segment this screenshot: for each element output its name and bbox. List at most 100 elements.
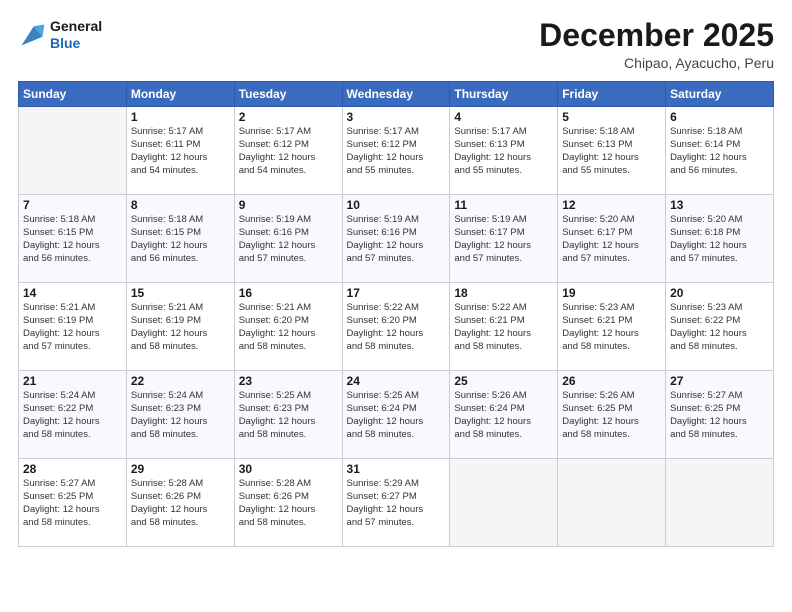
day-info: Sunrise: 5:23 AM Sunset: 6:22 PM Dayligh… (670, 302, 769, 353)
day-info: Sunrise: 5:22 AM Sunset: 6:20 PM Dayligh… (347, 302, 446, 353)
calendar-cell: 30Sunrise: 5:28 AM Sunset: 6:26 PM Dayli… (234, 459, 342, 547)
calendar-cell: 11 Sunrise: 5:19 AM Sunset: 6:17 PM Dayli… (450, 195, 558, 283)
day-info: Sunrise: 5:21 AM Sunset: 6:20 PM Dayligh… (239, 302, 338, 353)
day-info: Sunrise: 5:25 AM Sunset: 6:23 PM Dayligh… (239, 390, 338, 441)
title-block: December 2025 Chipao, Ayacucho, Peru (539, 18, 774, 71)
calendar-week-row: 7 Sunrise: 5:18 AM Sunset: 6:15 PM Daylig… (19, 195, 774, 283)
day-info: Sunrise: 5:20 AM Sunset: 6:17 PM Dayligh… (562, 214, 661, 265)
calendar-cell: 10 Sunrise: 5:19 AM Sunset: 6:16 PM Dayli… (342, 195, 450, 283)
calendar-cell (558, 459, 666, 547)
day-number: 5 (562, 110, 661, 124)
day-number: 13 (670, 198, 769, 212)
day-info: Sunrise: 5:24 AM Sunset: 6:22 PM Dayligh… (23, 390, 122, 441)
calendar-cell: 14Sunrise: 5:21 AM Sunset: 6:19 PM Dayli… (19, 283, 127, 371)
day-number: 22 (131, 374, 230, 388)
calendar-week-row: 21 Sunrise: 5:24 AM Sunset: 6:22 PM Dayli… (19, 371, 774, 459)
day-number: 27 (670, 374, 769, 388)
calendar-cell: 7Sunrise: 5:18 AM Sunset: 6:15 PM Daylig… (19, 195, 127, 283)
day-info: Sunrise: 5:27 AM Sunset: 6:25 PM Dayligh… (23, 478, 122, 529)
day-number: 11 (454, 198, 553, 212)
calendar-header-row: SundayMondayTuesdayWednesdayThursdayFrid… (19, 82, 774, 107)
calendar-cell: 23 Sunrise: 5:25 AM Sunset: 6:23 PM Dayli… (234, 371, 342, 459)
calendar-week-row: 1 Sunrise: 5:17 AM Sunset: 6:11 PM Daylig… (19, 107, 774, 195)
day-info: Sunrise: 5:19 AM Sunset: 6:16 PM Dayligh… (239, 214, 338, 265)
day-info: Sunrise: 5:26 AM Sunset: 6:24 PM Dayligh… (454, 390, 553, 441)
day-info: Sunrise: 5:29 AM Sunset: 6:27 PM Dayligh… (347, 478, 446, 529)
day-number: 12 (562, 198, 661, 212)
logo-icon (18, 21, 46, 49)
day-info: Sunrise: 5:24 AM Sunset: 6:23 PM Dayligh… (131, 390, 230, 441)
day-number: 1 (131, 110, 230, 124)
day-number: 2 (239, 110, 338, 124)
calendar-cell (19, 107, 127, 195)
calendar-cell: 6 Sunrise: 5:18 AM Sunset: 6:14 PM Daylig… (666, 107, 774, 195)
logo-text: General Blue (50, 18, 102, 52)
header: General Blue December 2025 Chipao, Ayacu… (18, 18, 774, 71)
calendar-cell: 28 Sunrise: 5:27 AM Sunset: 6:25 PM Dayli… (19, 459, 127, 547)
weekday-header: Sunday (19, 82, 127, 107)
day-info: Sunrise: 5:18 AM Sunset: 6:13 PM Dayligh… (562, 126, 661, 177)
calendar-cell: 8 Sunrise: 5:18 AM Sunset: 6:15 PM Daylig… (126, 195, 234, 283)
weekday-header: Tuesday (234, 82, 342, 107)
day-info: Sunrise: 5:22 AM Sunset: 6:21 PM Dayligh… (454, 302, 553, 353)
day-number: 19 (562, 286, 661, 300)
calendar-table: SundayMondayTuesdayWednesdayThursdayFrid… (18, 81, 774, 547)
calendar-cell: 9 Sunrise: 5:19 AM Sunset: 6:16 PM Daylig… (234, 195, 342, 283)
day-number: 18 (454, 286, 553, 300)
day-info: Sunrise: 5:19 AM Sunset: 6:17 PM Dayligh… (454, 214, 553, 265)
calendar-cell: 13 Sunrise: 5:20 AM Sunset: 6:18 PM Dayli… (666, 195, 774, 283)
day-info: Sunrise: 5:27 AM Sunset: 6:25 PM Dayligh… (670, 390, 769, 441)
calendar-cell: 25Sunrise: 5:26 AM Sunset: 6:24 PM Dayli… (450, 371, 558, 459)
calendar-cell: 12 Sunrise: 5:20 AM Sunset: 6:17 PM Dayli… (558, 195, 666, 283)
day-number: 6 (670, 110, 769, 124)
day-info: Sunrise: 5:17 AM Sunset: 6:13 PM Dayligh… (454, 126, 553, 177)
day-number: 9 (239, 198, 338, 212)
day-number: 16 (239, 286, 338, 300)
calendar-cell (666, 459, 774, 547)
location: Chipao, Ayacucho, Peru (539, 55, 774, 71)
calendar-cell: 27 Sunrise: 5:27 AM Sunset: 6:25 PM Dayli… (666, 371, 774, 459)
logo: General Blue (18, 18, 102, 52)
calendar-cell: 24Sunrise: 5:25 AM Sunset: 6:24 PM Dayli… (342, 371, 450, 459)
day-info: Sunrise: 5:26 AM Sunset: 6:25 PM Dayligh… (562, 390, 661, 441)
calendar-week-row: 14Sunrise: 5:21 AM Sunset: 6:19 PM Dayli… (19, 283, 774, 371)
page: General Blue December 2025 Chipao, Ayacu… (0, 0, 792, 612)
day-info: Sunrise: 5:23 AM Sunset: 6:21 PM Dayligh… (562, 302, 661, 353)
calendar-cell: 16 Sunrise: 5:21 AM Sunset: 6:20 PM Dayli… (234, 283, 342, 371)
day-number: 20 (670, 286, 769, 300)
day-number: 17 (347, 286, 446, 300)
day-number: 21 (23, 374, 122, 388)
day-number: 3 (347, 110, 446, 124)
day-info: Sunrise: 5:18 AM Sunset: 6:15 PM Dayligh… (131, 214, 230, 265)
weekday-header: Wednesday (342, 82, 450, 107)
calendar-cell: 20 Sunrise: 5:23 AM Sunset: 6:22 PM Dayli… (666, 283, 774, 371)
day-info: Sunrise: 5:18 AM Sunset: 6:14 PM Dayligh… (670, 126, 769, 177)
calendar-cell: 31 Sunrise: 5:29 AM Sunset: 6:27 PM Dayli… (342, 459, 450, 547)
weekday-header: Friday (558, 82, 666, 107)
calendar-cell (450, 459, 558, 547)
day-info: Sunrise: 5:25 AM Sunset: 6:24 PM Dayligh… (347, 390, 446, 441)
calendar-cell: 1 Sunrise: 5:17 AM Sunset: 6:11 PM Daylig… (126, 107, 234, 195)
day-number: 15 (131, 286, 230, 300)
day-info: Sunrise: 5:19 AM Sunset: 6:16 PM Dayligh… (347, 214, 446, 265)
calendar-cell: 29Sunrise: 5:28 AM Sunset: 6:26 PM Dayli… (126, 459, 234, 547)
calendar-cell: 5 Sunrise: 5:18 AM Sunset: 6:13 PM Daylig… (558, 107, 666, 195)
day-number: 7 (23, 198, 122, 212)
calendar-week-row: 28 Sunrise: 5:27 AM Sunset: 6:25 PM Dayli… (19, 459, 774, 547)
weekday-header: Monday (126, 82, 234, 107)
calendar-cell: 18 Sunrise: 5:22 AM Sunset: 6:21 PM Dayli… (450, 283, 558, 371)
day-info: Sunrise: 5:17 AM Sunset: 6:11 PM Dayligh… (131, 126, 230, 177)
day-number: 23 (239, 374, 338, 388)
day-number: 26 (562, 374, 661, 388)
day-info: Sunrise: 5:28 AM Sunset: 6:26 PM Dayligh… (131, 478, 230, 529)
day-info: Sunrise: 5:17 AM Sunset: 6:12 PM Dayligh… (239, 126, 338, 177)
day-number: 31 (347, 462, 446, 476)
weekday-header: Thursday (450, 82, 558, 107)
day-number: 28 (23, 462, 122, 476)
day-number: 8 (131, 198, 230, 212)
day-number: 10 (347, 198, 446, 212)
calendar-cell: 22 Sunrise: 5:24 AM Sunset: 6:23 PM Dayli… (126, 371, 234, 459)
day-info: Sunrise: 5:20 AM Sunset: 6:18 PM Dayligh… (670, 214, 769, 265)
calendar-cell: 17 Sunrise: 5:22 AM Sunset: 6:20 PM Dayli… (342, 283, 450, 371)
calendar-cell: 3Sunrise: 5:17 AM Sunset: 6:12 PM Daylig… (342, 107, 450, 195)
